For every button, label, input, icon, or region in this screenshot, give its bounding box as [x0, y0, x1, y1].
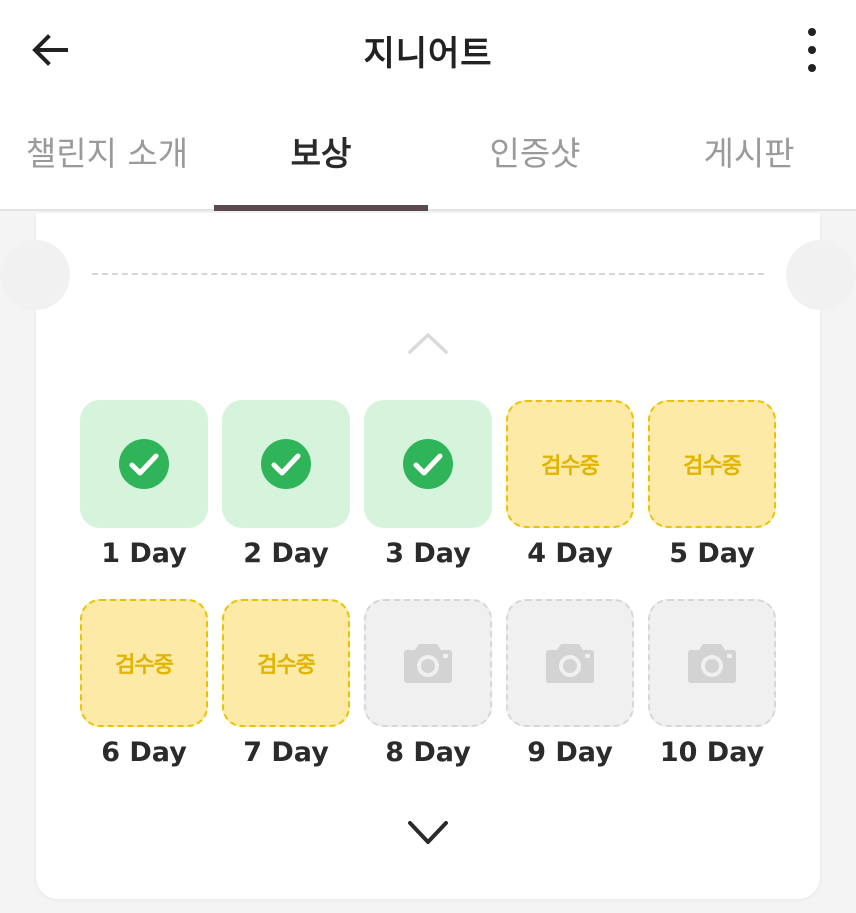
check-circle-icon: [403, 439, 453, 489]
day-item[interactable]: 8 Day: [364, 599, 492, 798]
day-label: 5 Day: [669, 538, 755, 569]
day-grid: 1 Day 2 Day 3 Day 검수중 4 Day 검수중 5 Day 검수중 6 Day 검…: [80, 400, 776, 798]
chevron-down-icon: [408, 821, 448, 844]
more-options-button[interactable]: [800, 28, 824, 72]
day-tile-empty: [648, 599, 776, 727]
check-circle-icon: [261, 439, 311, 489]
review-status-text: 검수중: [257, 653, 316, 678]
day-tile-review: 검수중: [222, 599, 350, 727]
day-label: 6 Day: [101, 737, 187, 768]
day-label: 10 Day: [659, 737, 765, 768]
camera-icon: [688, 644, 736, 683]
chevron-up-button[interactable]: [405, 328, 451, 358]
day-item[interactable]: 2 Day: [222, 400, 350, 599]
day-item[interactable]: 1 Day: [80, 400, 208, 599]
tab-board[interactable]: 게시판: [642, 100, 856, 209]
day-item[interactable]: 10 Day: [648, 599, 776, 798]
day-label: 8 Day: [385, 737, 471, 768]
page-title: 지니어트: [363, 34, 493, 74]
day-item[interactable]: 검수중 4 Day: [506, 400, 634, 599]
review-status-text: 검수중: [541, 454, 600, 479]
dashed-divider: [92, 273, 764, 275]
tab-proof-shot[interactable]: 인증샷: [428, 100, 642, 209]
day-tile-done: [364, 400, 492, 528]
tab-reward[interactable]: 보상: [214, 100, 428, 211]
day-tile-review: 검수중: [80, 599, 208, 727]
reward-page: 지니어트 챌린지 소개 보상 인증샷 게시판 1 Day 2 Day 3 Day 검수…: [0, 0, 856, 913]
day-label: 4 Day: [527, 538, 613, 569]
ticket-notch-left: [0, 240, 70, 310]
day-tile-empty: [506, 599, 634, 727]
tab-bar: 챌린지 소개 보상 인증샷 게시판: [0, 100, 856, 211]
day-item[interactable]: 검수중 5 Day: [648, 400, 776, 599]
ticket-notch-right: [786, 240, 856, 310]
day-item[interactable]: 검수중 6 Day: [80, 599, 208, 798]
day-label: 7 Day: [243, 737, 329, 768]
chevron-down-button[interactable]: [405, 815, 451, 849]
day-label: 3 Day: [385, 538, 471, 569]
day-item[interactable]: 검수중 7 Day: [222, 599, 350, 798]
review-status-text: 검수중: [683, 454, 742, 479]
check-circle-icon: [119, 439, 169, 489]
day-tile-review: 검수중: [648, 400, 776, 528]
day-label: 9 Day: [527, 737, 613, 768]
review-status-text: 검수중: [115, 653, 174, 678]
camera-icon: [404, 644, 452, 683]
day-label: 2 Day: [243, 538, 329, 569]
day-tile-done: [80, 400, 208, 528]
day-tile-done: [222, 400, 350, 528]
tab-challenge-intro[interactable]: 챌린지 소개: [0, 100, 214, 209]
day-tile-empty: [364, 599, 492, 727]
day-item[interactable]: 9 Day: [506, 599, 634, 798]
day-item[interactable]: 3 Day: [364, 400, 492, 599]
day-tile-review: 검수중: [506, 400, 634, 528]
more-vertical-icon: [808, 28, 816, 36]
camera-icon: [546, 644, 594, 683]
day-label: 1 Day: [101, 538, 187, 569]
chevron-up-icon: [408, 333, 448, 354]
app-bar: 지니어트: [0, 0, 856, 100]
